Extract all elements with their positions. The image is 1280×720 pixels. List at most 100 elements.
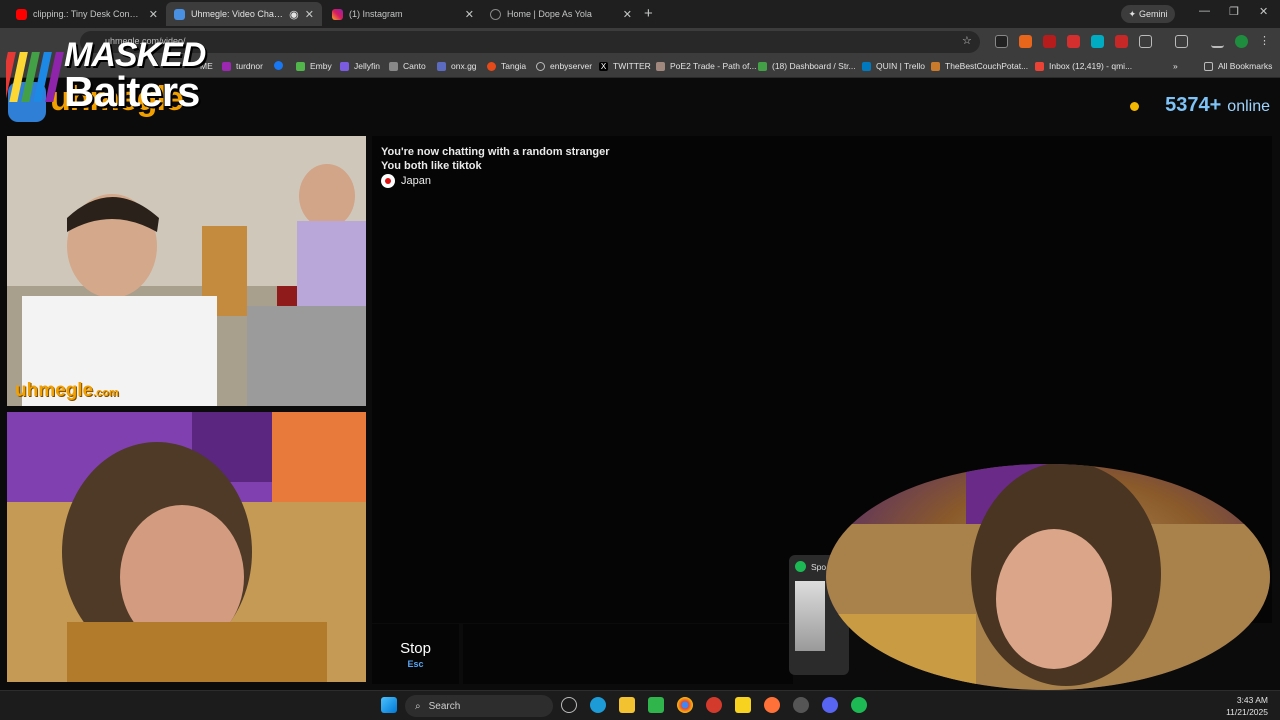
new-tab-button[interactable]: + bbox=[644, 5, 653, 22]
screen: { "tabs": [ {"label": "clipping.: Tiny D… bbox=[0, 0, 1280, 720]
sidepanel-icon[interactable] bbox=[1175, 35, 1188, 48]
extension-icon[interactable] bbox=[1115, 35, 1128, 48]
avatar[interactable] bbox=[1235, 35, 1248, 48]
loading-icon bbox=[490, 8, 501, 20]
bookmarks-overflow-button[interactable]: » bbox=[1173, 61, 1178, 71]
spotify-taskbar-icon[interactable] bbox=[851, 697, 867, 713]
uhmegle-icon bbox=[174, 8, 185, 20]
bookmark-item[interactable]: onx.gg bbox=[437, 61, 477, 71]
bookmark-item[interactable]: TheBestCouchPotat... bbox=[931, 61, 1028, 71]
app-icon[interactable] bbox=[793, 697, 809, 713]
stop-label: Stop bbox=[400, 640, 431, 657]
star-icon[interactable]: ☆ bbox=[962, 34, 975, 47]
self-video-frame bbox=[7, 412, 366, 682]
album-art bbox=[795, 581, 825, 651]
close-icon[interactable]: ✕ bbox=[465, 8, 474, 21]
tab-youtube[interactable]: clipping.: Tiny Desk Concert - Y ✕ bbox=[8, 2, 166, 26]
stranger-country: Japan bbox=[381, 174, 431, 188]
bookmark-item[interactable]: Jellyfin bbox=[340, 61, 380, 71]
tab-instagram[interactable]: (1) Instagram ✕ bbox=[324, 2, 482, 26]
browser-tab-strip: clipping.: Tiny Desk Concert - Y ✕ Uhmeg… bbox=[0, 0, 1280, 28]
sticky-notes-icon[interactable] bbox=[735, 697, 751, 713]
tab-uhmegle[interactable]: Uhmegle: Video Chat | Ran ◉ ✕ bbox=[166, 2, 322, 26]
widgets-icon[interactable] bbox=[561, 697, 577, 713]
menu-icon[interactable]: ⋮ bbox=[1259, 34, 1272, 47]
stop-shortcut: Esc bbox=[407, 659, 424, 669]
bookmark-item[interactable]: Tangia bbox=[487, 61, 526, 71]
x-icon: X bbox=[599, 61, 608, 71]
logo-stripes-icon bbox=[6, 52, 64, 102]
extension-icon[interactable] bbox=[1067, 35, 1080, 48]
status-dot-icon bbox=[1130, 102, 1140, 111]
close-window-button[interactable]: ✕ bbox=[1259, 5, 1268, 18]
uhmegle-watermark: uhmegle.com bbox=[15, 380, 119, 401]
bookmark-item[interactable] bbox=[274, 61, 288, 70]
terminal-icon[interactable] bbox=[648, 697, 664, 713]
bookmark-item[interactable]: Emby bbox=[296, 61, 332, 71]
jellyfin-icon bbox=[340, 61, 349, 71]
bookmark-item[interactable]: X TWITTER bbox=[599, 61, 651, 71]
extension-icon[interactable] bbox=[1019, 35, 1032, 48]
globe-icon bbox=[536, 61, 545, 71]
close-icon[interactable]: ✕ bbox=[149, 8, 158, 21]
close-icon[interactable]: ✕ bbox=[623, 8, 632, 21]
emby-icon bbox=[296, 61, 305, 71]
message-input[interactable] bbox=[463, 624, 793, 684]
masked-baiters-logo: MASKED Baiters bbox=[6, 36, 224, 115]
all-bookmarks[interactable]: All Bookmarks bbox=[1204, 61, 1272, 71]
bookmark-item[interactable]: turdnor bbox=[222, 61, 263, 71]
maximize-button[interactable]: ❐ bbox=[1229, 5, 1239, 18]
system-clock[interactable]: 3:43 AM 11/21/2025 bbox=[1226, 694, 1268, 718]
common-interest-message: You both like tiktok bbox=[381, 160, 482, 172]
firefox-icon[interactable] bbox=[764, 697, 780, 713]
online-counter: 5374+ online bbox=[1130, 94, 1270, 117]
self-video bbox=[7, 412, 366, 682]
search-placeholder: Search bbox=[428, 700, 461, 712]
online-label: online bbox=[1227, 98, 1270, 115]
windows-start-icon[interactable] bbox=[381, 697, 397, 713]
chrome-icon[interactable] bbox=[677, 697, 693, 713]
sparkle-icon: ✦ bbox=[1128, 8, 1137, 19]
close-icon[interactable]: ✕ bbox=[305, 8, 314, 21]
youtube-icon bbox=[16, 8, 27, 20]
discord-icon[interactable] bbox=[822, 697, 838, 713]
facebook-icon bbox=[274, 61, 283, 70]
bookmark-item[interactable]: PoE2 Trade - Path of... bbox=[656, 61, 756, 71]
streamer-webcam-overlay bbox=[826, 464, 1270, 690]
bookmark-item[interactable]: (18) Dashboard / Str... bbox=[758, 61, 856, 71]
tab-label: Uhmegle: Video Chat | Ran bbox=[191, 9, 283, 19]
country-label: Japan bbox=[401, 175, 431, 187]
app-icon[interactable] bbox=[706, 697, 722, 713]
taskbar-search[interactable]: ⌕ Search bbox=[405, 695, 553, 717]
bookmark-item[interactable]: Canto bbox=[389, 61, 426, 71]
spotify-icon bbox=[795, 561, 806, 572]
instagram-icon bbox=[332, 8, 343, 20]
folder-icon[interactable] bbox=[619, 697, 635, 713]
online-count: 5374+ bbox=[1165, 94, 1222, 116]
media-icon[interactable] bbox=[1211, 35, 1224, 48]
tab-label: clipping.: Tiny Desk Concert - Y bbox=[33, 9, 143, 19]
tab-label: Home | Dope As Yola bbox=[507, 9, 592, 19]
extension-icon[interactable] bbox=[1091, 35, 1104, 48]
bookmark-item[interactable]: Inbox (12,419) - qmi... bbox=[1035, 61, 1132, 71]
trello-icon bbox=[862, 61, 871, 71]
spotify-title: Spo bbox=[811, 562, 827, 572]
system-message: You're now chatting with a random strang… bbox=[381, 146, 610, 158]
bookmark-item[interactable]: QUIN | Trello bbox=[862, 61, 925, 71]
logo-line-2: Baiters bbox=[64, 68, 200, 115]
extension-k-icon[interactable] bbox=[995, 35, 1008, 48]
gemini-button[interactable]: ✦ Gemini bbox=[1121, 5, 1175, 23]
onx-icon bbox=[437, 61, 446, 71]
bookmark-item[interactable]: enbyserver bbox=[536, 61, 592, 71]
recording-icon: ◉ bbox=[289, 8, 299, 21]
minimize-button[interactable]: — bbox=[1199, 5, 1210, 17]
webcam-frame bbox=[826, 464, 1270, 690]
stop-button[interactable]: Stop Esc bbox=[372, 624, 459, 684]
puzzle-icon[interactable] bbox=[1139, 35, 1152, 48]
uhmegle-page: uhmegle 5374+ online uhmegle.com You're … bbox=[0, 36, 1280, 690]
gmail-icon bbox=[1035, 61, 1044, 71]
tangia-icon bbox=[487, 61, 496, 71]
tab-dope-as-yola[interactable]: Home | Dope As Yola ✕ bbox=[482, 2, 640, 26]
edge-icon[interactable] bbox=[590, 697, 606, 713]
extension-icon[interactable] bbox=[1043, 35, 1056, 48]
